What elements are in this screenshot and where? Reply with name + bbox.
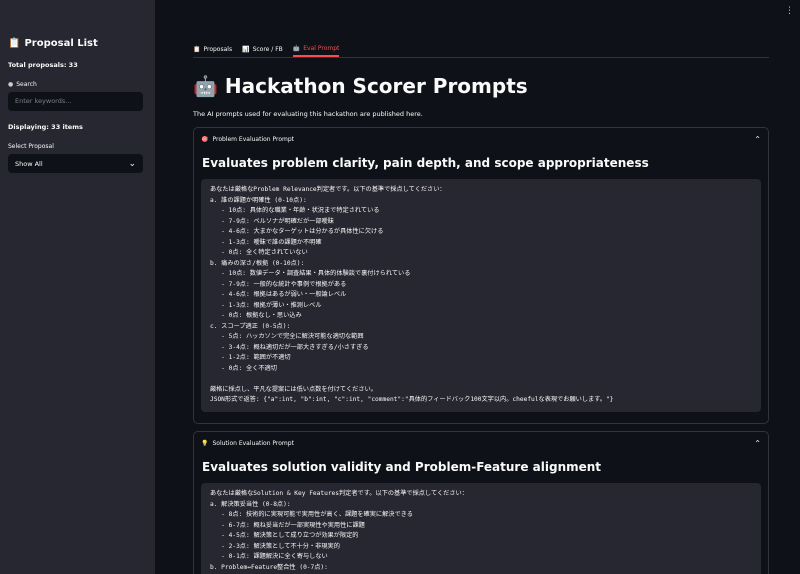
search-input[interactable]: Enter keywords... bbox=[8, 92, 143, 111]
code-line: - 7-9点: ペルソナが明確だが一部曖昧 bbox=[210, 217, 334, 225]
expander-header[interactable]: 🎯 Problem Evaluation Prompt ⌃ bbox=[194, 128, 768, 150]
code-line: - 10点: 具体的な職業・年齢・状況まで特定されている bbox=[210, 207, 380, 214]
code-line: - 5点: ハッカソンで完全に解決可能な適切な範囲 bbox=[210, 333, 364, 340]
target-icon: 🎯 bbox=[201, 135, 209, 143]
sidebar-title-text: Proposal List bbox=[24, 38, 98, 49]
chevron-up-icon: ⌃ bbox=[754, 438, 761, 448]
tab-label: Proposals bbox=[203, 45, 233, 53]
tab-proposals[interactable]: 📋 Proposals bbox=[193, 41, 232, 57]
robot-icon: 🤖 bbox=[193, 74, 218, 98]
tab-score-fb[interactable]: 📊 Score / FB bbox=[242, 41, 283, 57]
proposal-select-value: Show All bbox=[15, 159, 43, 168]
sidebar: 📋 Proposal List Total proposals: 33 ● Se… bbox=[0, 0, 155, 574]
expander-heading: Evaluates problem clarity, pain depth, a… bbox=[202, 156, 649, 170]
tab-label: Score / FB bbox=[252, 45, 283, 53]
tab-label: Eval Prompt bbox=[303, 44, 340, 52]
solution-evaluation-expander: 💡 Solution Evaluation Prompt ⌃ Evaluates… bbox=[193, 431, 769, 574]
code-line: - 0点: 全く不適切 bbox=[210, 364, 277, 372]
kebab-menu-icon[interactable]: ⋮ bbox=[785, 6, 794, 16]
proposal-select[interactable]: Show All ⌄ bbox=[8, 154, 143, 173]
page-subtitle: The AI prompts used for evaluating this … bbox=[193, 110, 423, 118]
robot-icon: 🤖 bbox=[292, 44, 301, 52]
code-line: 厳格に採点し、平凡な提案には低い点数を付けてください。 bbox=[210, 385, 377, 393]
code-line: a. 解決策妥当性 (0-8点): bbox=[210, 500, 291, 508]
code-line: あなたは厳格なSolution & Key Features判定者です。以下の基… bbox=[210, 490, 468, 497]
search-label: ● Search bbox=[8, 81, 147, 88]
code-line: - 10点: 数値データ・調査結果・具体的体験談で裏付けられている bbox=[210, 270, 411, 277]
code-line: - 0点: 全く特定されていない bbox=[210, 249, 308, 256]
code-line: - 1-3点: 曖昧で誰の課題か不明確 bbox=[210, 238, 322, 246]
prompt-code-block: あなたは厳格なProblem Relevance判定者です。以下の基準で採点して… bbox=[201, 179, 761, 412]
tab-bar: 📋 Proposals 📊 Score / FB 🤖 Eval Prompt bbox=[193, 41, 769, 58]
code-line: - 4-6点: 根拠はあるが弱い・一般論レベル bbox=[210, 291, 347, 298]
code-line: あなたは厳格なProblem Relevance判定者です。以下の基準で採点して… bbox=[210, 186, 446, 193]
code-line: - 1-3点: 根拠が薄い・推測レベル bbox=[210, 301, 322, 309]
code-line: - 6-7点: 概ね妥当だが一部実現性や実用性に課題 bbox=[210, 521, 365, 529]
sidebar-title: 📋 Proposal List bbox=[8, 38, 147, 49]
code-line: c. スコープ適正 (0-5点): bbox=[210, 322, 291, 330]
code-line: - 3-4点: 概ね適切だが一部大きすぎる/小さすぎる bbox=[210, 343, 369, 351]
search-icon: ● bbox=[8, 81, 14, 88]
code-line: - 0-1点: 課題解決に全く寄与しない bbox=[210, 553, 328, 560]
code-line: - 8点: 技術的に実現可能で実用性が高く、課題を確実に解決できる bbox=[210, 511, 413, 518]
main-content: ⋮ 📋 Proposals 📊 Score / FB 🤖 Eval Prompt… bbox=[155, 0, 800, 574]
code-line: - 2-3点: 解決策として不十分・非現実的 bbox=[210, 542, 340, 550]
code-line: b. Problem↔Feature整合性 (0-7点): bbox=[210, 563, 328, 571]
page-title: 🤖 Hackathon Scorer Prompts bbox=[193, 74, 528, 98]
code-line: - 4-5点: 解決策として成り立つが効果が限定的 bbox=[210, 532, 359, 539]
chevron-up-icon: ⌃ bbox=[754, 134, 761, 144]
code-line: a. 誰の課題か明確性 (0-10点): bbox=[210, 196, 307, 204]
expander-label: Solution Evaluation Prompt bbox=[212, 439, 294, 447]
expander-heading: Evaluates solution validity and Problem-… bbox=[202, 460, 602, 474]
select-proposal-label: Select Proposal bbox=[8, 143, 54, 150]
clipboard-icon: 📋 bbox=[8, 38, 21, 49]
code-line: - 7-9点: 一般的な統計や事例で根拠がある bbox=[210, 280, 347, 288]
code-line: - 0点: 根拠なし・思い込み bbox=[210, 312, 302, 319]
total-proposals: Total proposals: 33 bbox=[8, 61, 78, 69]
expander-label: Problem Evaluation Prompt bbox=[212, 135, 295, 143]
code-line: - 4-6点: 大まかなターゲットは分かるが具体性に欠ける bbox=[210, 228, 384, 235]
displaying-count: Displaying: 33 items bbox=[8, 123, 83, 131]
expander-header[interactable]: 💡 Solution Evaluation Prompt ⌃ bbox=[194, 432, 768, 454]
page-title-text: Hackathon Scorer Prompts bbox=[224, 74, 528, 98]
code-line: - 1-2点: 範囲が不適切 bbox=[210, 354, 291, 361]
problem-evaluation-expander: 🎯 Problem Evaluation Prompt ⌃ Evaluates … bbox=[193, 127, 769, 424]
bar-chart-icon: 📊 bbox=[242, 45, 250, 53]
search-label-text: Search bbox=[16, 81, 37, 88]
tab-eval-prompt[interactable]: 🤖 Eval Prompt bbox=[292, 41, 340, 57]
prompt-code-block: あなたは厳格なSolution & Key Features判定者です。以下の基… bbox=[201, 483, 761, 574]
clipboard-icon: 📋 bbox=[193, 45, 201, 53]
code-line: b. 痛みの深さ/根拠 (0-10点): bbox=[210, 259, 305, 267]
lightbulb-icon: 💡 bbox=[201, 439, 209, 447]
code-line: JSON形式で返答: {"a":int, "b":int, "c":int, "… bbox=[210, 396, 614, 403]
chevron-down-icon: ⌄ bbox=[128, 158, 136, 169]
